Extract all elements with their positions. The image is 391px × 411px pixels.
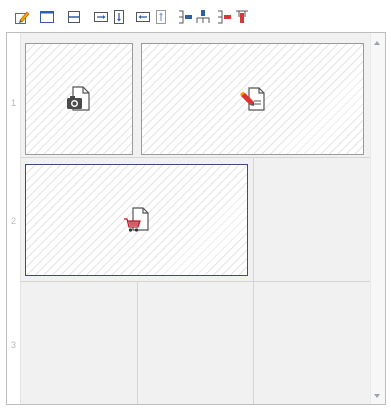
toolbar <box>0 0 391 32</box>
widget-edit-document[interactable] <box>141 43 364 155</box>
row-number: 3 <box>10 340 16 350</box>
row-number-gutter: 1 2 3 <box>7 33 21 404</box>
scroll-down-icon[interactable] <box>374 394 380 398</box>
layout-grid-panel: 1 2 3 <box>6 32 386 405</box>
edit-pencil-icon[interactable] <box>14 9 30 25</box>
delete-row-icon[interactable] <box>216 9 232 25</box>
horizontal-split-icon[interactable] <box>66 9 82 25</box>
expand-right-icon[interactable] <box>93 9 109 25</box>
layout-grid <box>21 33 372 404</box>
expand-down-icon[interactable] <box>111 9 127 25</box>
shrink-up-icon[interactable] <box>153 9 169 25</box>
scroll-up-icon[interactable] <box>374 41 380 45</box>
widget-camera-document[interactable] <box>25 43 133 155</box>
row-number: 2 <box>10 216 16 226</box>
single-frame-icon[interactable] <box>39 9 55 25</box>
delete-column-icon[interactable] <box>234 9 250 25</box>
camera-document-icon <box>64 84 94 114</box>
empty-grid-cell[interactable] <box>21 282 137 404</box>
empty-grid-cell[interactable] <box>138 282 253 404</box>
shopping-cart-document-icon <box>122 205 152 235</box>
insert-column-icon[interactable] <box>195 9 211 25</box>
row-number: 1 <box>10 98 16 108</box>
insert-row-icon[interactable] <box>177 9 193 25</box>
empty-grid-cell[interactable] <box>254 158 372 281</box>
vertical-scrollbar[interactable] <box>370 33 385 404</box>
empty-grid-cell[interactable] <box>254 282 372 404</box>
widget-shopping-cart-document[interactable] <box>25 164 248 276</box>
edit-document-icon <box>238 84 268 114</box>
shrink-left-icon[interactable] <box>135 9 151 25</box>
